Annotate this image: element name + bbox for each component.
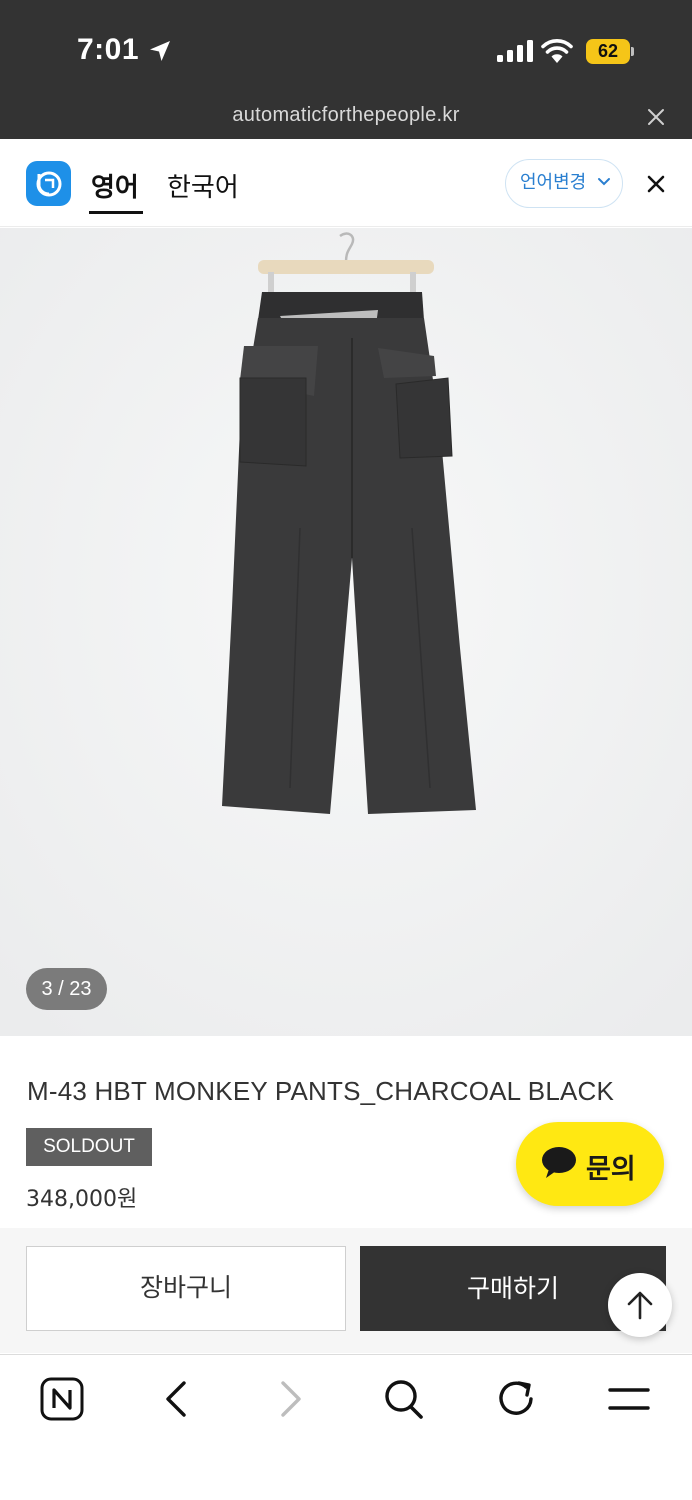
change-language-button[interactable]: 언어변경: [505, 159, 623, 208]
inquiry-label: 문의: [586, 1154, 636, 1185]
tab-english[interactable]: 영어: [91, 167, 139, 204]
signal-icon: [497, 40, 533, 62]
product-name: M-43 HBT MONKEY PANTS_CHARCOAL BLACK: [27, 1076, 615, 1106]
menu-icon[interactable]: [608, 1377, 650, 1421]
wifi-icon: [541, 39, 573, 63]
change-language-label: 언어변경: [520, 172, 587, 193]
add-to-cart-button[interactable]: 장바구니: [26, 1246, 346, 1331]
tab-korean[interactable]: 한국어: [167, 167, 239, 204]
back-icon[interactable]: [160, 1377, 192, 1421]
translation-bar: 영어 한국어 언어변경: [0, 139, 692, 227]
battery-level: 62: [597, 41, 619, 61]
chat-bubble-icon: [542, 1147, 576, 1178]
forward-icon[interactable]: [275, 1377, 307, 1421]
product-price: 348,000원: [26, 1187, 138, 1212]
papago-icon: [26, 161, 71, 206]
close-icon[interactable]: [645, 173, 667, 195]
reload-icon[interactable]: [496, 1377, 538, 1421]
arrow-up-icon: [627, 1291, 653, 1320]
scroll-to-top-button[interactable]: [608, 1273, 672, 1337]
pants-illustration: [0, 228, 692, 1036]
active-tab-indicator: [89, 211, 143, 214]
battery-tip: [631, 47, 634, 56]
status-time: 7:01: [77, 33, 140, 66]
close-icon[interactable]: [646, 107, 666, 127]
browser-toolbar: [0, 1354, 692, 1500]
soldout-badge: SOLDOUT: [26, 1128, 152, 1166]
address-bar-url[interactable]: automaticforthepeople.kr: [0, 104, 692, 127]
image-counter: 3 / 23: [26, 968, 107, 1010]
inquiry-button[interactable]: 문의: [516, 1122, 664, 1206]
naver-icon[interactable]: [40, 1377, 84, 1421]
search-icon[interactable]: [383, 1377, 425, 1421]
location-arrow-icon: [150, 41, 170, 61]
chevron-down-icon: [598, 178, 610, 186]
battery-icon: 62: [586, 39, 630, 64]
product-image[interactable]: [0, 228, 692, 1036]
status-bar: 7:01 62 automaticforthepeople.kr: [0, 0, 692, 139]
